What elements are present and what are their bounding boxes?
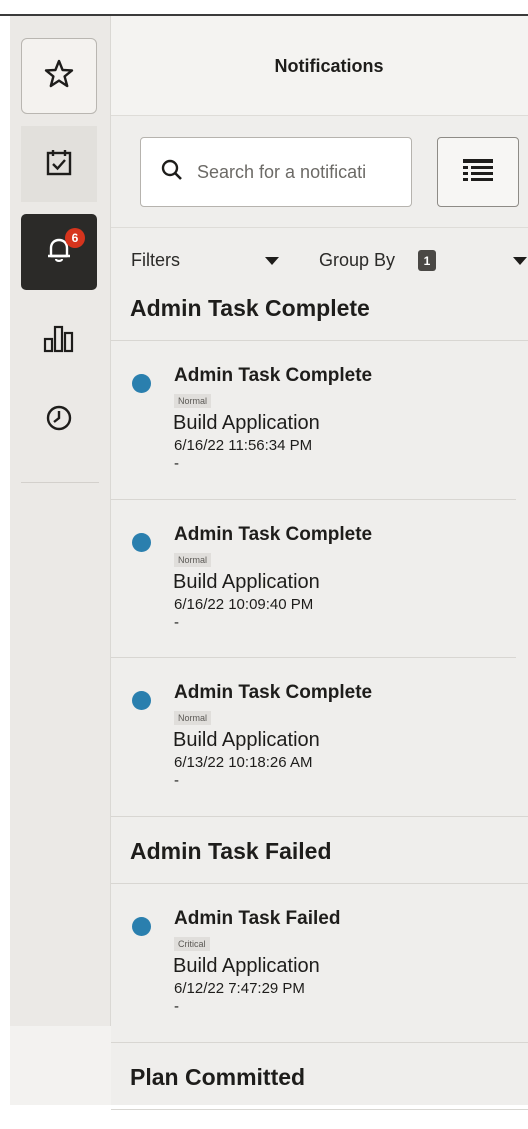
notification-item[interactable]: Admin Task Failed Critical Build Applica… bbox=[111, 899, 528, 1049]
panel-header: Notifications bbox=[111, 16, 528, 116]
search-placeholder: Search for a notificati bbox=[197, 161, 367, 182]
notification-subtitle: Build Application bbox=[173, 571, 320, 593]
priority-badge: Critical bbox=[174, 937, 210, 951]
group-by-dropdown[interactable]: Group By bbox=[319, 250, 395, 271]
notification-extra: - bbox=[174, 455, 179, 472]
notification-subtitle: Build Application bbox=[173, 412, 320, 434]
group-by-count-badge: 1 bbox=[418, 250, 436, 271]
filter-bar: Filters Group By 1 bbox=[111, 227, 528, 289]
unread-dot bbox=[132, 691, 151, 710]
notification-title: Admin Task Complete bbox=[174, 365, 373, 386]
notification-count-badge: 6 bbox=[65, 228, 85, 248]
search-input[interactable]: Search for a notificati bbox=[140, 137, 412, 207]
notification-timestamp: 6/13/22 10:18:26 AM bbox=[174, 754, 313, 771]
notification-item[interactable]: Admin Task Complete Normal Build Applica… bbox=[111, 673, 528, 823]
group-divider bbox=[111, 1042, 528, 1043]
notification-subtitle: Build Application bbox=[173, 955, 320, 977]
notifications-panel: Notifications Search for a notificati Fi… bbox=[111, 16, 528, 1110]
app-frame: 6 Notifications Search for a notificati … bbox=[0, 0, 528, 1129]
notification-timestamp: 6/12/22 7:47:29 PM bbox=[174, 980, 305, 997]
group-title[interactable]: Admin Task Complete bbox=[130, 295, 370, 322]
notification-title: Admin Task Complete bbox=[174, 682, 373, 703]
filters-dropdown[interactable]: Filters bbox=[131, 250, 180, 271]
notification-item[interactable]: Admin Task Complete Normal Build Applica… bbox=[111, 515, 528, 665]
notification-item[interactable]: Admin Task Complete Normal Build Applica… bbox=[111, 356, 528, 506]
nav-rail: 6 bbox=[10, 16, 111, 1105]
bar-chart-icon bbox=[42, 323, 76, 357]
filters-chevron-down-icon[interactable] bbox=[265, 257, 279, 265]
priority-badge: Normal bbox=[174, 394, 212, 408]
priority-badge: Normal bbox=[174, 711, 212, 725]
group-divider bbox=[111, 883, 528, 884]
priority-badge: Normal bbox=[174, 553, 212, 567]
rail-recent-button[interactable] bbox=[21, 382, 97, 458]
list-view-icon bbox=[461, 157, 495, 187]
group-by-chevron-down-icon[interactable] bbox=[513, 257, 527, 265]
notification-extra: - bbox=[174, 772, 179, 789]
notification-timestamp: 6/16/22 10:09:40 PM bbox=[174, 596, 314, 613]
rail-tasks-button[interactable] bbox=[21, 126, 97, 202]
group-divider bbox=[111, 340, 528, 341]
notification-title: Admin Task Failed bbox=[174, 908, 341, 929]
group-divider bbox=[111, 1109, 528, 1110]
clock-icon bbox=[44, 403, 74, 437]
rail-favorites-button[interactable] bbox=[21, 38, 97, 114]
group-title[interactable]: Admin Task Failed bbox=[130, 838, 332, 865]
rail-footer bbox=[10, 1026, 123, 1105]
unread-dot bbox=[132, 533, 151, 552]
item-divider bbox=[111, 657, 516, 658]
notification-title: Admin Task Complete bbox=[174, 524, 373, 545]
search-icon bbox=[161, 159, 183, 185]
panel-title: Notifications bbox=[274, 56, 384, 76]
unread-dot bbox=[132, 917, 151, 936]
rail-divider bbox=[21, 482, 99, 483]
unread-dot bbox=[132, 374, 151, 393]
item-divider bbox=[111, 499, 516, 500]
notification-timestamp: 6/16/22 11:56:34 PM bbox=[174, 437, 313, 454]
rail-reports-button[interactable] bbox=[21, 302, 97, 378]
calendar-check-icon bbox=[44, 147, 74, 181]
star-icon bbox=[43, 58, 75, 94]
notification-extra: - bbox=[174, 998, 179, 1015]
notification-extra: - bbox=[174, 614, 179, 631]
rail-notifications-button[interactable]: 6 bbox=[21, 214, 97, 290]
notification-subtitle: Build Application bbox=[173, 729, 320, 751]
list-view-button[interactable] bbox=[437, 137, 519, 207]
group-title[interactable]: Plan Committed bbox=[130, 1064, 305, 1091]
group-divider bbox=[111, 816, 528, 817]
